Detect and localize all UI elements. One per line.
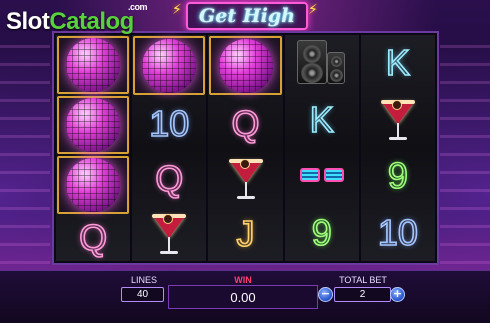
game-title: Get High	[199, 5, 295, 27]
reel-column: Q	[56, 35, 131, 261]
reel-cell: 10	[361, 205, 435, 262]
reel-cell	[133, 36, 206, 95]
reel-grid: Q 10 Q Q J K 9 K 9 10	[52, 31, 439, 265]
reel-cell: Q	[208, 96, 282, 151]
watermark-logo: SlotCatalog .com	[6, 2, 148, 36]
reel-column: K 9 10	[360, 35, 436, 262]
reel-column: K9	[284, 35, 359, 262]
symbol-k: K	[385, 41, 411, 84]
disco-ball-icon	[218, 38, 273, 93]
win-label: WIN	[234, 275, 252, 285]
symbol-q: Q	[231, 102, 261, 145]
reel-cell	[57, 96, 130, 154]
bet-decrease-button[interactable]: −	[318, 287, 333, 302]
reel-cell	[208, 151, 282, 206]
symbol-q: Q	[154, 157, 184, 200]
party-glasses-icon	[299, 164, 345, 188]
symbol-k: K	[309, 98, 335, 141]
reel-cell: Q	[56, 215, 130, 261]
game-stage: SlotCatalog .com ⚡ Get High ⚡ Q 10 Q Q J K 9 K 9…	[0, 0, 490, 323]
disco-ball-icon	[142, 38, 197, 93]
win-display: 0.00	[168, 285, 318, 309]
total-bet-value: 2	[334, 287, 391, 302]
watermark-part1: Slot	[6, 8, 50, 35]
reel-cell: Q	[132, 151, 206, 206]
lightning-bolt-icon: ⚡	[172, 2, 182, 18]
reel-cell	[57, 156, 130, 214]
symbol-q: Q	[78, 216, 108, 259]
lines-value[interactable]: 40	[121, 287, 164, 302]
reel-cell	[57, 36, 130, 94]
martini-icon	[151, 212, 187, 256]
reel-cell	[361, 92, 435, 149]
symbol-j: J	[236, 212, 256, 255]
reel-column: QJ	[208, 35, 283, 261]
reel-column: 10 Q	[132, 35, 207, 261]
game-logo: Get High	[186, 2, 308, 30]
martini-icon	[380, 98, 416, 142]
reel-cell: 9	[361, 148, 435, 205]
disco-ball-icon	[66, 98, 121, 152]
symbol-10: 10	[377, 211, 419, 254]
win-value: 0.00	[230, 289, 256, 305]
reel-cell	[132, 206, 206, 261]
watermark-part2: Catalog	[49, 8, 134, 35]
symbol-10: 10	[148, 102, 190, 145]
symbol-9: 9	[387, 154, 409, 197]
total-bet-label: TOTAL BET	[339, 275, 387, 285]
watermark-suffix: .com	[128, 2, 148, 12]
reel-cell: 10	[132, 96, 206, 151]
martini-icon	[228, 157, 264, 201]
reel-cell	[285, 148, 359, 205]
disco-ball-icon	[66, 38, 121, 92]
bet-increase-button[interactable]: +	[390, 287, 405, 302]
reel-cell	[209, 36, 282, 95]
reel-cell: J	[208, 206, 282, 261]
reel-cell: K	[361, 35, 435, 92]
disco-ball-icon	[66, 158, 121, 212]
symbol-9: 9	[311, 211, 333, 254]
reel-cell: 9	[285, 205, 359, 262]
reel-cell	[285, 35, 359, 92]
lightning-bolt-icon: ⚡	[308, 2, 318, 18]
speakers-icon	[296, 40, 347, 86]
lines-label: LINES	[130, 275, 157, 285]
reel-cell: K	[285, 92, 359, 149]
